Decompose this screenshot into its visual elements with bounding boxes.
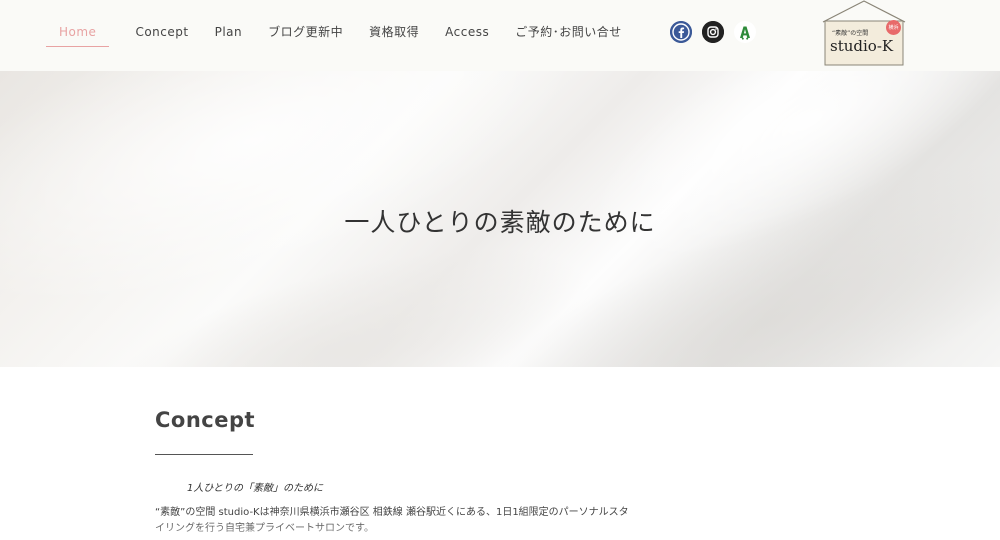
concept-divider (155, 454, 253, 455)
nav-item-access[interactable]: Access (445, 0, 489, 64)
nav-item-plan[interactable]: Plan (215, 0, 243, 64)
nav-item-blog[interactable]: ブログ更新中 (268, 0, 343, 64)
concept-body-line: イリングを行う自宅兼プライベートサロンです。 (155, 523, 374, 534)
site-header: Home Concept Plan ブログ更新中 資格取得 Access ご予約… (0, 0, 1000, 71)
logo-badge: 横浜 (886, 20, 901, 35)
concept-subtitle: 1人ひとりの「素敵」のために (187, 483, 324, 494)
hero-banner: 一人ひとりの素敵のために (0, 71, 1000, 367)
logo-name: studio-K (830, 37, 894, 55)
site-logo[interactable]: 横浜 “素敵”の空間 studio-K (822, 0, 906, 66)
concept-heading: Concept (155, 408, 256, 432)
hero-title: 一人ひとりの素敵のために (344, 208, 656, 237)
nav-item-reservation-contact[interactable]: ご予約･お問い合せ (515, 0, 622, 64)
social-links (670, 21, 756, 43)
concept-body: “素敵”の空間 studio-Kは神奈川県横浜市瀬谷区 相鉄線 瀬谷駅近くにある… (155, 505, 645, 537)
main-nav: Home Concept Plan ブログ更新中 資格取得 Access ご予約… (46, 0, 648, 64)
ameblo-icon[interactable] (734, 21, 756, 43)
concept-body-line: “素敵”の空間 studio-Kは神奈川県横浜市瀬谷区 相鉄線 瀬谷駅近くにある… (155, 507, 629, 518)
instagram-icon[interactable] (702, 21, 724, 43)
nav-item-concept[interactable]: Concept (135, 0, 188, 64)
logo-tagline: “素敵”の空間 (832, 30, 869, 37)
facebook-icon[interactable] (670, 21, 692, 43)
nav-item-home[interactable]: Home (46, 0, 110, 64)
nav-item-certification[interactable]: 資格取得 (369, 0, 419, 64)
